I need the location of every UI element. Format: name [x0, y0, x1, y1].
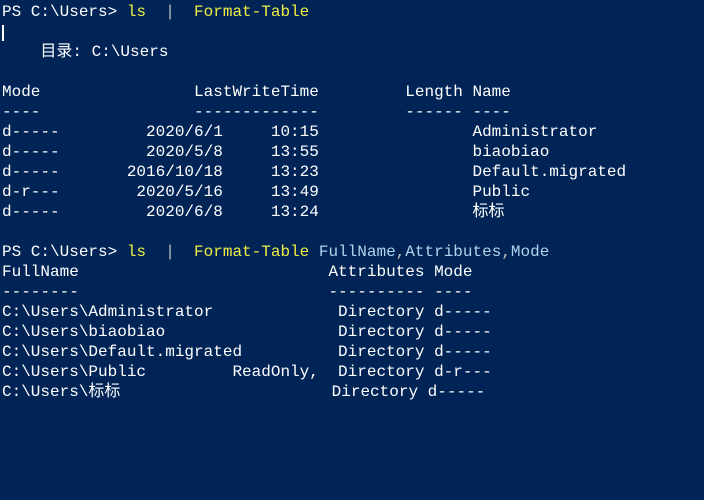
table-header: FullName Attributes Mode — [2, 262, 702, 282]
table-row: d----- 2020/5/8 13:55 biaobiao — [2, 142, 702, 162]
table-row: d----- 2020/6/1 10:15 Administrator — [2, 122, 702, 142]
cmd-ls: ls — [127, 3, 146, 21]
cmd-format-table: Format-Table — [194, 243, 309, 261]
command-line-2: PS C:\Users> ls | Format-Table FullName,… — [2, 242, 702, 262]
blank-line — [2, 222, 702, 242]
arg-attributes: Attributes — [405, 243, 501, 261]
table-row: C:\Users\Public ReadOnly, Directory d-r-… — [2, 362, 702, 382]
cmd-ls: ls — [127, 243, 146, 261]
table-row: d----- 2020/6/8 13:24 标标 — [2, 202, 702, 222]
comma: , — [396, 243, 406, 261]
cursor-line — [2, 22, 702, 42]
pipe-operator: | — [165, 243, 175, 261]
comma: , — [501, 243, 511, 261]
table-header: Mode LastWriteTime Length Name — [2, 82, 702, 102]
prompt-path: PS C:\Users> — [2, 3, 117, 21]
arg-mode: Mode — [511, 243, 549, 261]
table-row: d----- 2016/10/18 13:23 Default.migrated — [2, 162, 702, 182]
table-divider: -------- ---------- ---- — [2, 282, 702, 302]
table-row: d-r--- 2020/5/16 13:49 Public — [2, 182, 702, 202]
arg-fullname: FullName — [319, 243, 396, 261]
command-line-1: PS C:\Users> ls | Format-Table — [2, 2, 702, 22]
table-row: C:\Users\Administrator Directory d----- — [2, 302, 702, 322]
pipe-operator: | — [165, 3, 175, 21]
table-row: C:\Users\biaobiao Directory d----- — [2, 322, 702, 342]
directory-header: 目录: C:\Users — [2, 42, 702, 62]
table-divider: ---- ------------- ------ ---- — [2, 102, 702, 122]
table-row: C:\Users\标标 Directory d----- — [2, 382, 702, 402]
table-row: C:\Users\Default.migrated Directory d---… — [2, 342, 702, 362]
cursor-indicator — [2, 25, 4, 41]
blank-line — [2, 62, 702, 82]
prompt-path: PS C:\Users> — [2, 243, 117, 261]
cmd-format-table: Format-Table — [194, 3, 309, 21]
